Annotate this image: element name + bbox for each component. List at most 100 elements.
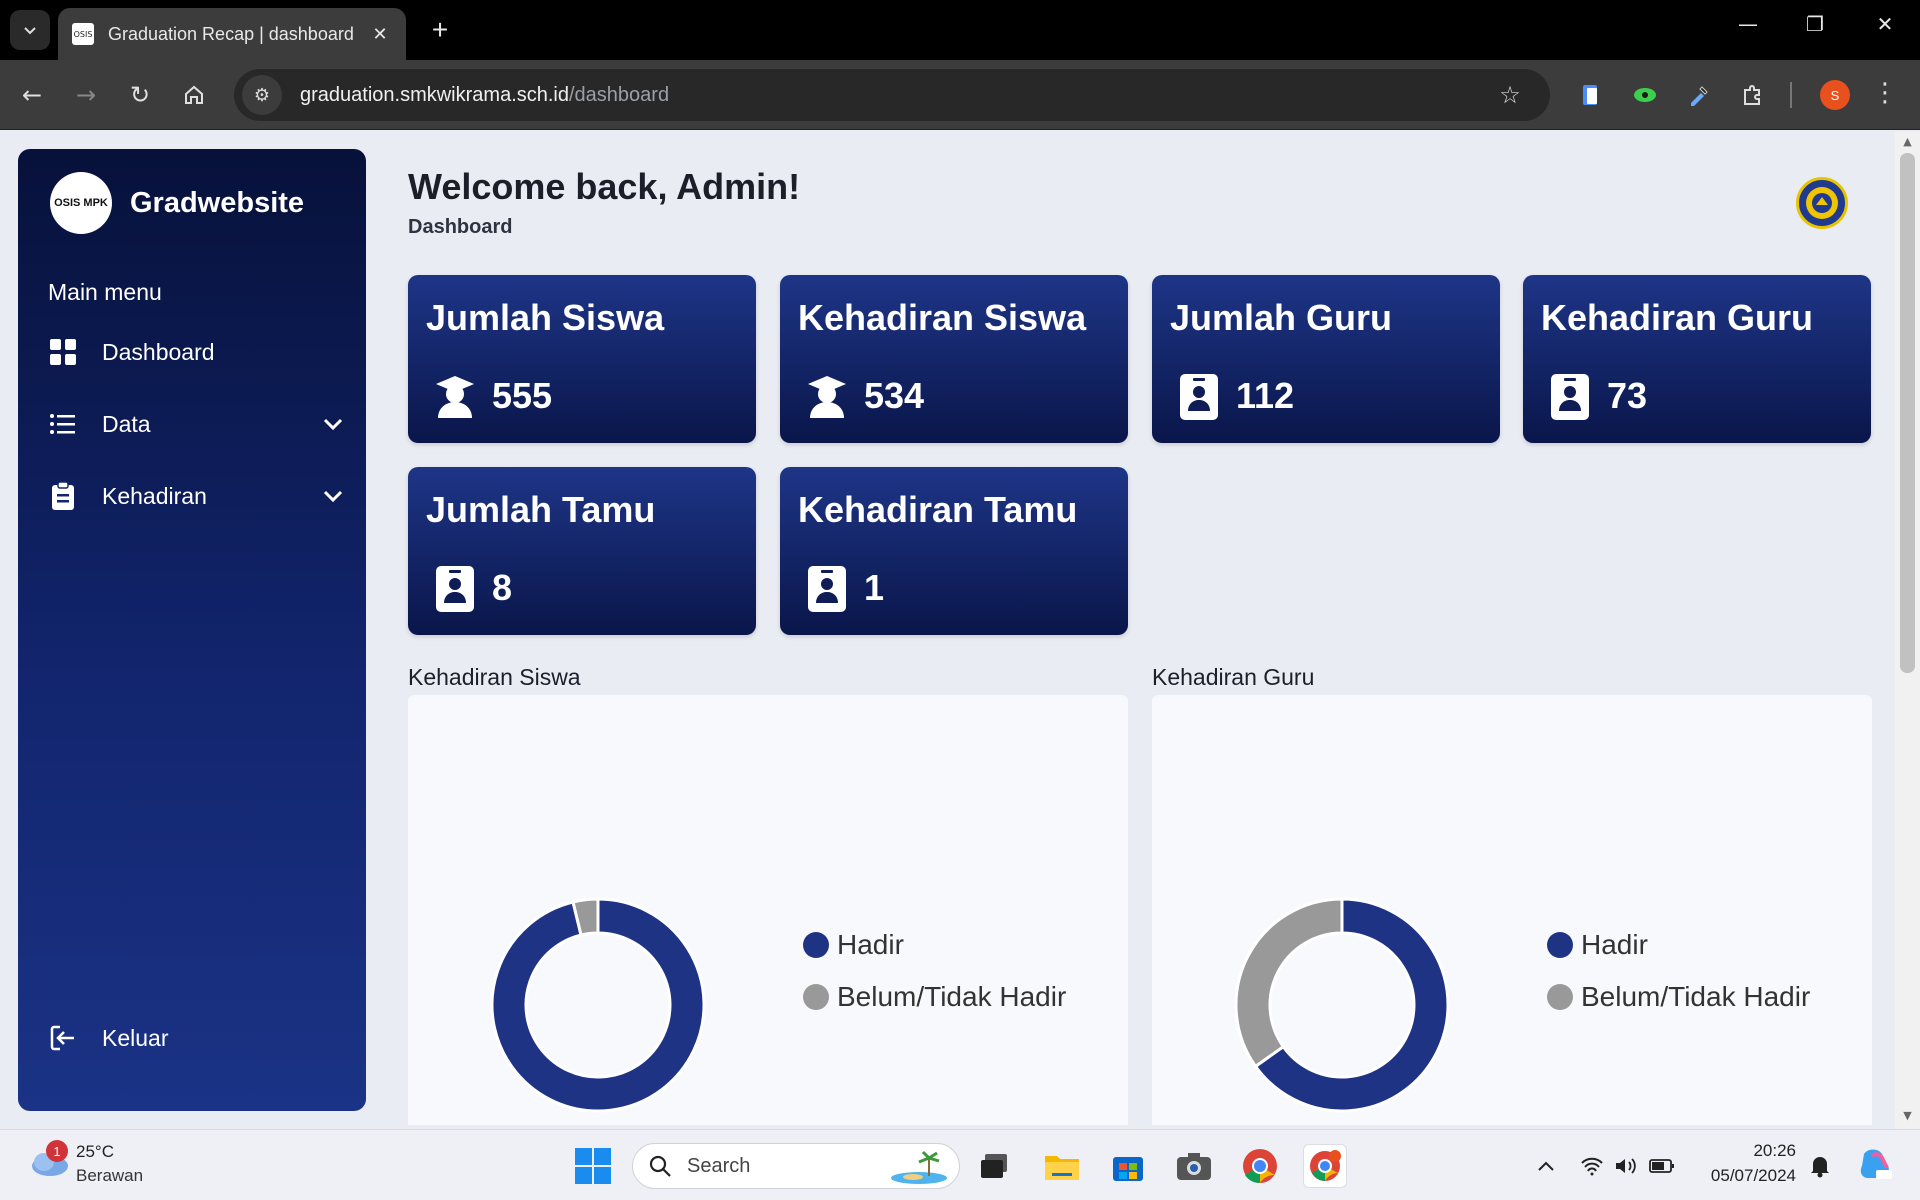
scroll-up-icon[interactable]: ▲ xyxy=(1895,135,1920,148)
donut-chart-guru xyxy=(1234,897,1450,1113)
copilot-icon[interactable] xyxy=(1856,1144,1896,1184)
bookmark-star-icon[interactable]: ☆ xyxy=(1490,81,1530,109)
brand-logo: OSIS MPK xyxy=(50,172,112,234)
tray-overflow-chevron-icon[interactable] xyxy=(1532,1152,1560,1180)
stat-card-jumlah-tamu[interactable]: Jumlah Tamu 8 xyxy=(408,467,756,635)
wifi-icon[interactable] xyxy=(1578,1152,1606,1180)
sidebar-item-data[interactable]: Data xyxy=(48,399,348,449)
legend-item-belum[interactable]: Belum/Tidak Hadir xyxy=(1547,971,1810,1023)
sidebar: OSIS MPK Gradwebsite Main menu Dashboard… xyxy=(18,149,366,1111)
task-view-icon[interactable] xyxy=(972,1144,1016,1188)
card-value: 555 xyxy=(492,375,553,416)
stat-card-jumlah-guru[interactable]: Jumlah Guru 112 xyxy=(1152,275,1500,443)
legend-label: Belum/Tidak Hadir xyxy=(1581,981,1811,1012)
chevron-down-icon[interactable] xyxy=(318,481,348,511)
chart-panel-guru: Hadir Belum/Tidak Hadir xyxy=(1152,695,1872,1125)
restore-icon[interactable]: ❐ xyxy=(1795,12,1835,36)
weather-temp: 25°C xyxy=(76,1142,114,1161)
close-window-icon[interactable]: ✕ xyxy=(1865,12,1905,36)
beach-highlight-icon xyxy=(891,1150,947,1184)
weather-badge: 1 xyxy=(46,1140,68,1162)
tab-search-button[interactable] xyxy=(10,10,50,50)
tab-close-icon[interactable]: ✕ xyxy=(368,24,392,45)
taskbar-search-input[interactable]: Search xyxy=(632,1143,960,1189)
profile-avatar[interactable]: S xyxy=(1820,80,1850,110)
tab-favicon-icon: OSIS xyxy=(72,23,94,45)
card-title: Jumlah Guru xyxy=(1170,297,1393,338)
legend-swatch xyxy=(1547,932,1573,958)
card-title: Jumlah Tamu xyxy=(426,489,656,530)
clock-time[interactable]: 20:26 xyxy=(1700,1141,1796,1161)
address-bar[interactable]: ⚙ graduation.smkwikrama.sch.id/dashboard… xyxy=(234,69,1550,121)
extension-eye-icon[interactable] xyxy=(1630,80,1660,110)
id-badge-icon xyxy=(434,565,476,613)
url-path: /dashboard xyxy=(569,83,670,106)
legend-swatch xyxy=(1547,984,1573,1010)
id-badge-icon xyxy=(1549,373,1591,421)
logout-button[interactable]: Keluar xyxy=(48,1013,348,1063)
site-info-icon[interactable]: ⚙ xyxy=(242,75,282,115)
file-explorer-icon[interactable] xyxy=(1040,1144,1084,1188)
sidebar-item-label: Kehadiran xyxy=(102,482,207,509)
notification-bell-icon[interactable] xyxy=(1806,1152,1834,1180)
forward-icon[interactable]: → xyxy=(68,77,104,113)
sidebar-item-label: Dashboard xyxy=(102,338,215,365)
browser-tab-bar: OSIS Graduation Recap | dashboard ✕ + — … xyxy=(0,0,1920,60)
student-icon xyxy=(434,373,476,421)
logout-icon xyxy=(48,1023,78,1053)
back-icon[interactable]: ← xyxy=(14,77,50,113)
camera-icon[interactable] xyxy=(1172,1144,1216,1188)
legend-label: Hadir xyxy=(1581,929,1648,960)
stat-card-kehadiran-siswa[interactable]: Kehadiran Siswa 534 xyxy=(780,275,1128,443)
legend-item-belum[interactable]: Belum/Tidak Hadir xyxy=(803,971,1066,1023)
legend-swatch xyxy=(803,984,829,1010)
taskbar: 1 25°C Berawan Search 20:26 05/07/2024 xyxy=(0,1129,1920,1200)
stat-card-kehadiran-tamu[interactable]: Kehadiran Tamu 1 xyxy=(780,467,1128,635)
stat-card-kehadiran-guru[interactable]: Kehadiran Guru 73 xyxy=(1523,275,1871,443)
page-scrollbar[interactable]: ▲ ▼ xyxy=(1895,131,1920,1129)
reload-icon[interactable]: ↻ xyxy=(122,77,158,113)
microsoft-store-icon[interactable] xyxy=(1106,1144,1150,1188)
sidebar-item-label: Data xyxy=(102,410,151,437)
logout-label: Keluar xyxy=(102,1024,169,1051)
grid-icon xyxy=(48,337,78,367)
id-badge-icon xyxy=(806,565,848,613)
volume-icon[interactable] xyxy=(1612,1152,1640,1180)
card-value: 112 xyxy=(1236,375,1295,416)
chart-legend: Hadir Belum/Tidak Hadir xyxy=(1547,919,1810,1023)
chevron-down-icon[interactable] xyxy=(318,409,348,439)
new-tab-button[interactable]: + xyxy=(424,14,456,46)
url-text[interactable]: graduation.smkwikrama.sch.id/dashboard xyxy=(300,84,1490,107)
extensions-puzzle-icon[interactable] xyxy=(1738,80,1768,110)
battery-icon[interactable] xyxy=(1648,1152,1676,1180)
scroll-thumb[interactable] xyxy=(1900,153,1915,673)
donut-slice-belum[interactable] xyxy=(1234,897,1344,1069)
sidebar-item-dashboard[interactable]: Dashboard xyxy=(48,327,348,377)
scroll-down-icon[interactable]: ▼ xyxy=(1895,1109,1920,1122)
chart-panel-siswa: Hadir Belum/Tidak Hadir xyxy=(408,695,1128,1125)
minimize-icon[interactable]: — xyxy=(1728,12,1768,36)
clock-date[interactable]: 05/07/2024 xyxy=(1690,1166,1796,1186)
card-value: 73 xyxy=(1607,375,1648,416)
extension-doc-icon[interactable] xyxy=(1576,80,1606,110)
donut-chart-siswa xyxy=(490,897,706,1113)
chrome-icon[interactable] xyxy=(1238,1144,1282,1188)
browser-toolbar: ← → ↻ ⚙ graduation.smkwikrama.sch.id/das… xyxy=(0,60,1920,130)
legend-item-hadir[interactable]: Hadir xyxy=(803,919,1066,971)
search-placeholder: Search xyxy=(687,1154,751,1177)
stat-card-jumlah-siswa[interactable]: Jumlah Siswa 555 xyxy=(408,275,756,443)
legend-item-hadir[interactable]: Hadir xyxy=(1547,919,1810,971)
url-host: graduation.smkwikrama.sch.id xyxy=(300,83,569,106)
chart-title-siswa: Kehadiran Siswa xyxy=(408,664,581,690)
sidebar-item-kehadiran[interactable]: Kehadiran xyxy=(48,471,348,521)
windows-start-icon[interactable] xyxy=(574,1147,612,1185)
chevron-down-icon xyxy=(24,27,36,35)
chrome-profile-icon[interactable] xyxy=(1303,1144,1347,1188)
home-icon[interactable] xyxy=(176,77,212,113)
tab-title: Graduation Recap | dashboard xyxy=(108,23,354,44)
brand[interactable]: OSIS MPK Gradwebsite xyxy=(50,172,304,234)
browser-tab-active[interactable]: OSIS Graduation Recap | dashboard ✕ xyxy=(58,8,406,60)
search-icon xyxy=(647,1153,673,1179)
extension-eyedropper-icon[interactable] xyxy=(1684,80,1714,110)
browser-menu-icon[interactable]: ⋮ xyxy=(1870,78,1900,108)
